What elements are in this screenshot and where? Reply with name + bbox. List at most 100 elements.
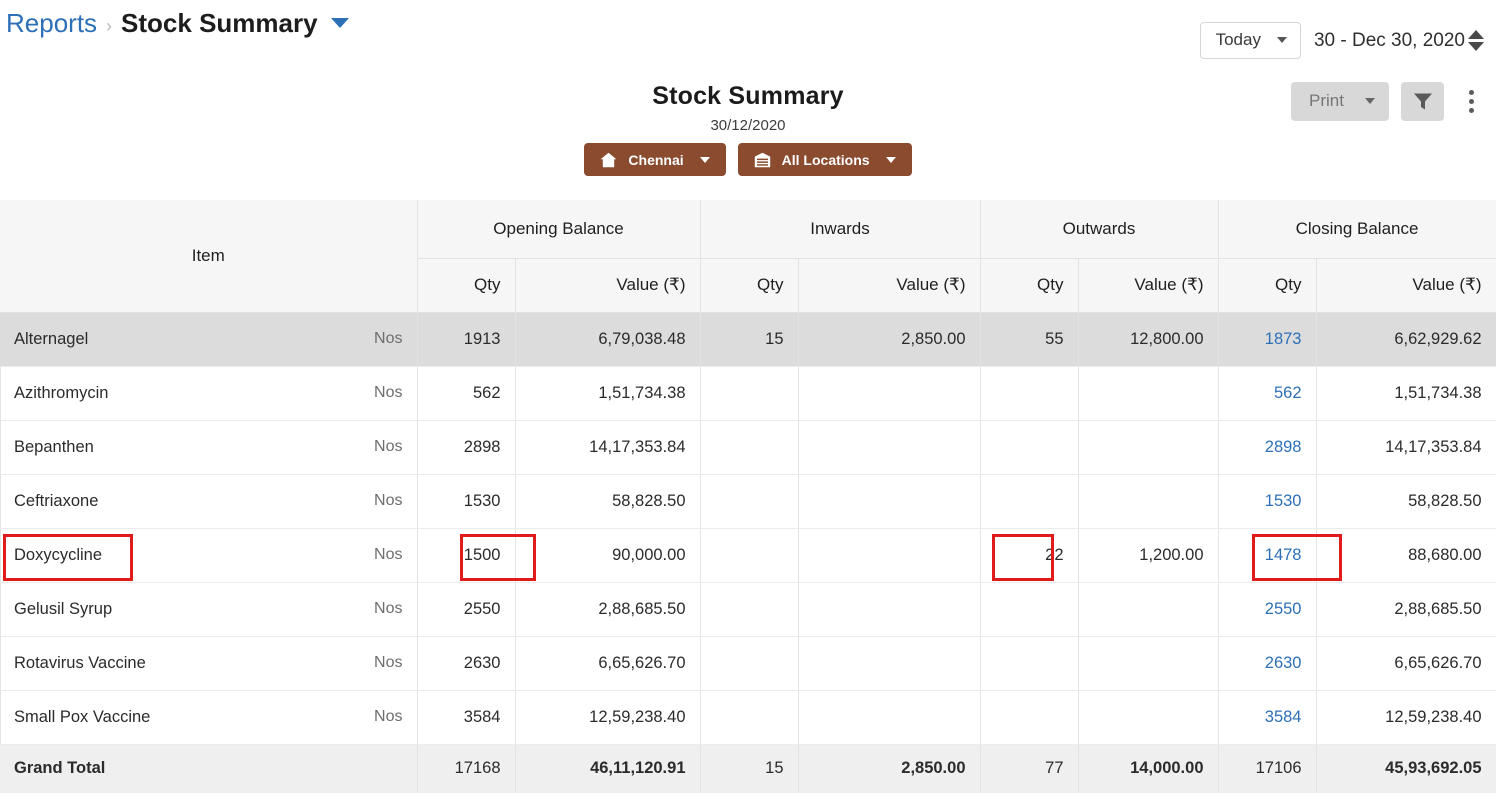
inwards-qty-value: 15 [765, 329, 784, 348]
cell-closing-qty[interactable]: 3584 [1218, 690, 1317, 745]
stepper-up-icon[interactable] [1468, 30, 1484, 39]
cell-closing-qty[interactable]: 562 [1218, 366, 1317, 421]
cell-inwards-value [798, 636, 981, 691]
cell-inwards-qty [700, 366, 799, 421]
cell-item[interactable]: Gelusil Syrup Nos [0, 582, 418, 637]
top-bar: Reports › Stock Summary Today 30 - Dec 3… [0, 0, 1496, 121]
closing-qty-value[interactable]: 2550 [1265, 600, 1302, 618]
cell-item[interactable]: Small Pox Vaccine Nos [0, 690, 418, 745]
page-title: Stock Summary [121, 8, 318, 38]
col-header-outwards-value: Value (₹) [1078, 258, 1219, 313]
cell-item[interactable]: Rotavirus Vaccine Nos [0, 636, 418, 691]
cell-inwards-value: 2,850.00 [798, 312, 981, 367]
breadcrumb-separator: › [106, 16, 113, 36]
grand-total-closing-qty: 17106 [1218, 743, 1317, 793]
col-header-inwards: Inwards [700, 200, 981, 259]
more-options-button[interactable] [1460, 85, 1482, 119]
print-button[interactable]: Print [1291, 82, 1389, 121]
cell-inwards-qty [700, 690, 799, 745]
cell-closing-qty[interactable]: 2630 [1218, 636, 1317, 691]
kebab-dot [1468, 90, 1474, 95]
opening-qty-value: 1913 [463, 329, 501, 348]
cell-item[interactable]: Bepanthen Nos [0, 420, 418, 475]
home-icon [600, 152, 617, 168]
cell-item[interactable]: Ceftriaxone Nos [0, 474, 418, 529]
col-header-outwards-qty: Qty [980, 258, 1079, 313]
cell-outwards-qty: 55 [980, 312, 1079, 367]
report-title: Stock Summary [652, 82, 844, 110]
table-head: Item Opening Balance Inwards Outwards Cl… [0, 200, 1496, 313]
cell-item[interactable]: Alternagel Nos [0, 312, 418, 367]
cell-inwards-value [798, 582, 981, 637]
item-name: Azithromycin [14, 383, 109, 402]
grand-total-inwards-qty: 15 [700, 743, 799, 793]
item-uom: Nos [374, 330, 403, 347]
cell-item[interactable]: Doxycycline Nos [0, 528, 418, 583]
cell-inwards-value [798, 528, 981, 583]
filter-button[interactable] [1401, 82, 1444, 121]
cell-outwards-value [1078, 582, 1219, 637]
cell-closing-value: 6,65,626.70 [1316, 636, 1496, 691]
item-uom: Nos [374, 384, 403, 401]
outwards-qty-value: 22 [1045, 545, 1064, 564]
branch-filter-button[interactable]: Chennai [584, 143, 726, 176]
date-stepper[interactable] [1468, 30, 1484, 51]
closing-qty-value[interactable]: 1530 [1265, 492, 1302, 510]
inwards-value-value: 2,850.00 [901, 329, 966, 348]
opening-value-value: 14,17,353.84 [589, 437, 686, 456]
chevron-down-icon [1365, 98, 1375, 104]
cell-opening-qty: 1913 [417, 312, 516, 367]
stock-summary-table: Item Opening Balance Inwards Outwards Cl… [0, 200, 1496, 793]
cell-closing-qty[interactable]: 2898 [1218, 420, 1317, 475]
cell-opening-qty: 2630 [417, 636, 516, 691]
closing-qty-value[interactable]: 1478 [1265, 546, 1302, 564]
closing-value-value: 6,65,626.70 [1394, 653, 1482, 672]
grand-total-opening-value: 46,11,120.91 [515, 743, 701, 793]
closing-qty-value[interactable]: 2630 [1265, 654, 1302, 672]
date-controls: Today 30 - Dec 30, 2020 [1199, 22, 1484, 59]
cell-outwards-qty [980, 366, 1079, 421]
opening-qty-value: 562 [472, 383, 501, 402]
cell-opening-qty: 562 [417, 366, 516, 421]
chevron-down-icon [1276, 37, 1287, 43]
period-select[interactable]: Today [1199, 22, 1301, 59]
cell-closing-qty[interactable]: 1478 [1218, 528, 1317, 583]
cell-inwards-value [798, 474, 981, 529]
cell-item[interactable]: Azithromycin Nos [0, 366, 418, 421]
col-header-inwards-qty: Qty [700, 258, 799, 313]
stepper-down-icon[interactable] [1468, 42, 1484, 51]
col-header-closing-qty: Qty [1218, 258, 1317, 313]
opening-qty-value: 3584 [463, 707, 501, 726]
closing-qty-value[interactable]: 1873 [1265, 330, 1302, 348]
closing-value-value: 1,51,734.38 [1394, 383, 1482, 402]
cell-inwards-qty [700, 582, 799, 637]
closing-qty-value[interactable]: 562 [1274, 384, 1302, 402]
col-header-closing-value: Value (₹) [1316, 258, 1496, 313]
cell-closing-qty[interactable]: 1873 [1218, 312, 1317, 367]
chevron-down-icon[interactable] [330, 18, 349, 28]
closing-qty-value[interactable]: 2898 [1265, 438, 1302, 456]
cell-outwards-value [1078, 636, 1219, 691]
opening-value-value: 6,79,038.48 [598, 329, 686, 348]
cell-closing-qty[interactable]: 1530 [1218, 474, 1317, 529]
branch-filter-label: Chennai [628, 151, 684, 168]
cell-closing-qty[interactable]: 2550 [1218, 582, 1317, 637]
cell-outwards-value [1078, 690, 1219, 745]
opening-value-value: 1,51,734.38 [598, 383, 686, 402]
cell-inwards-value [798, 366, 981, 421]
opening-qty-value: 1530 [463, 491, 501, 510]
table-row: Bepanthen Nos 2898 14,17,353.84 2898 14,17,35… [0, 420, 1496, 475]
report-header: Stock Summary 30/12/2020 Chennai All Loc… [0, 76, 1496, 176]
closing-qty-value[interactable]: 3584 [1265, 708, 1302, 726]
cell-outwards-value [1078, 366, 1219, 421]
filter-icon [1413, 93, 1432, 110]
outwards-value-value: 12,800.00 [1130, 329, 1204, 348]
cell-outwards-qty [980, 636, 1079, 691]
item-uom: Nos [374, 492, 403, 509]
cell-outwards-value [1078, 420, 1219, 475]
report-date: 30/12/2020 [710, 117, 786, 134]
location-filter-button[interactable]: All Locations [737, 143, 912, 176]
breadcrumb-reports-link[interactable]: Reports [6, 8, 97, 39]
closing-value-value: 88,680.00 [1408, 545, 1482, 564]
cell-outwards-value: 12,800.00 [1078, 312, 1219, 367]
